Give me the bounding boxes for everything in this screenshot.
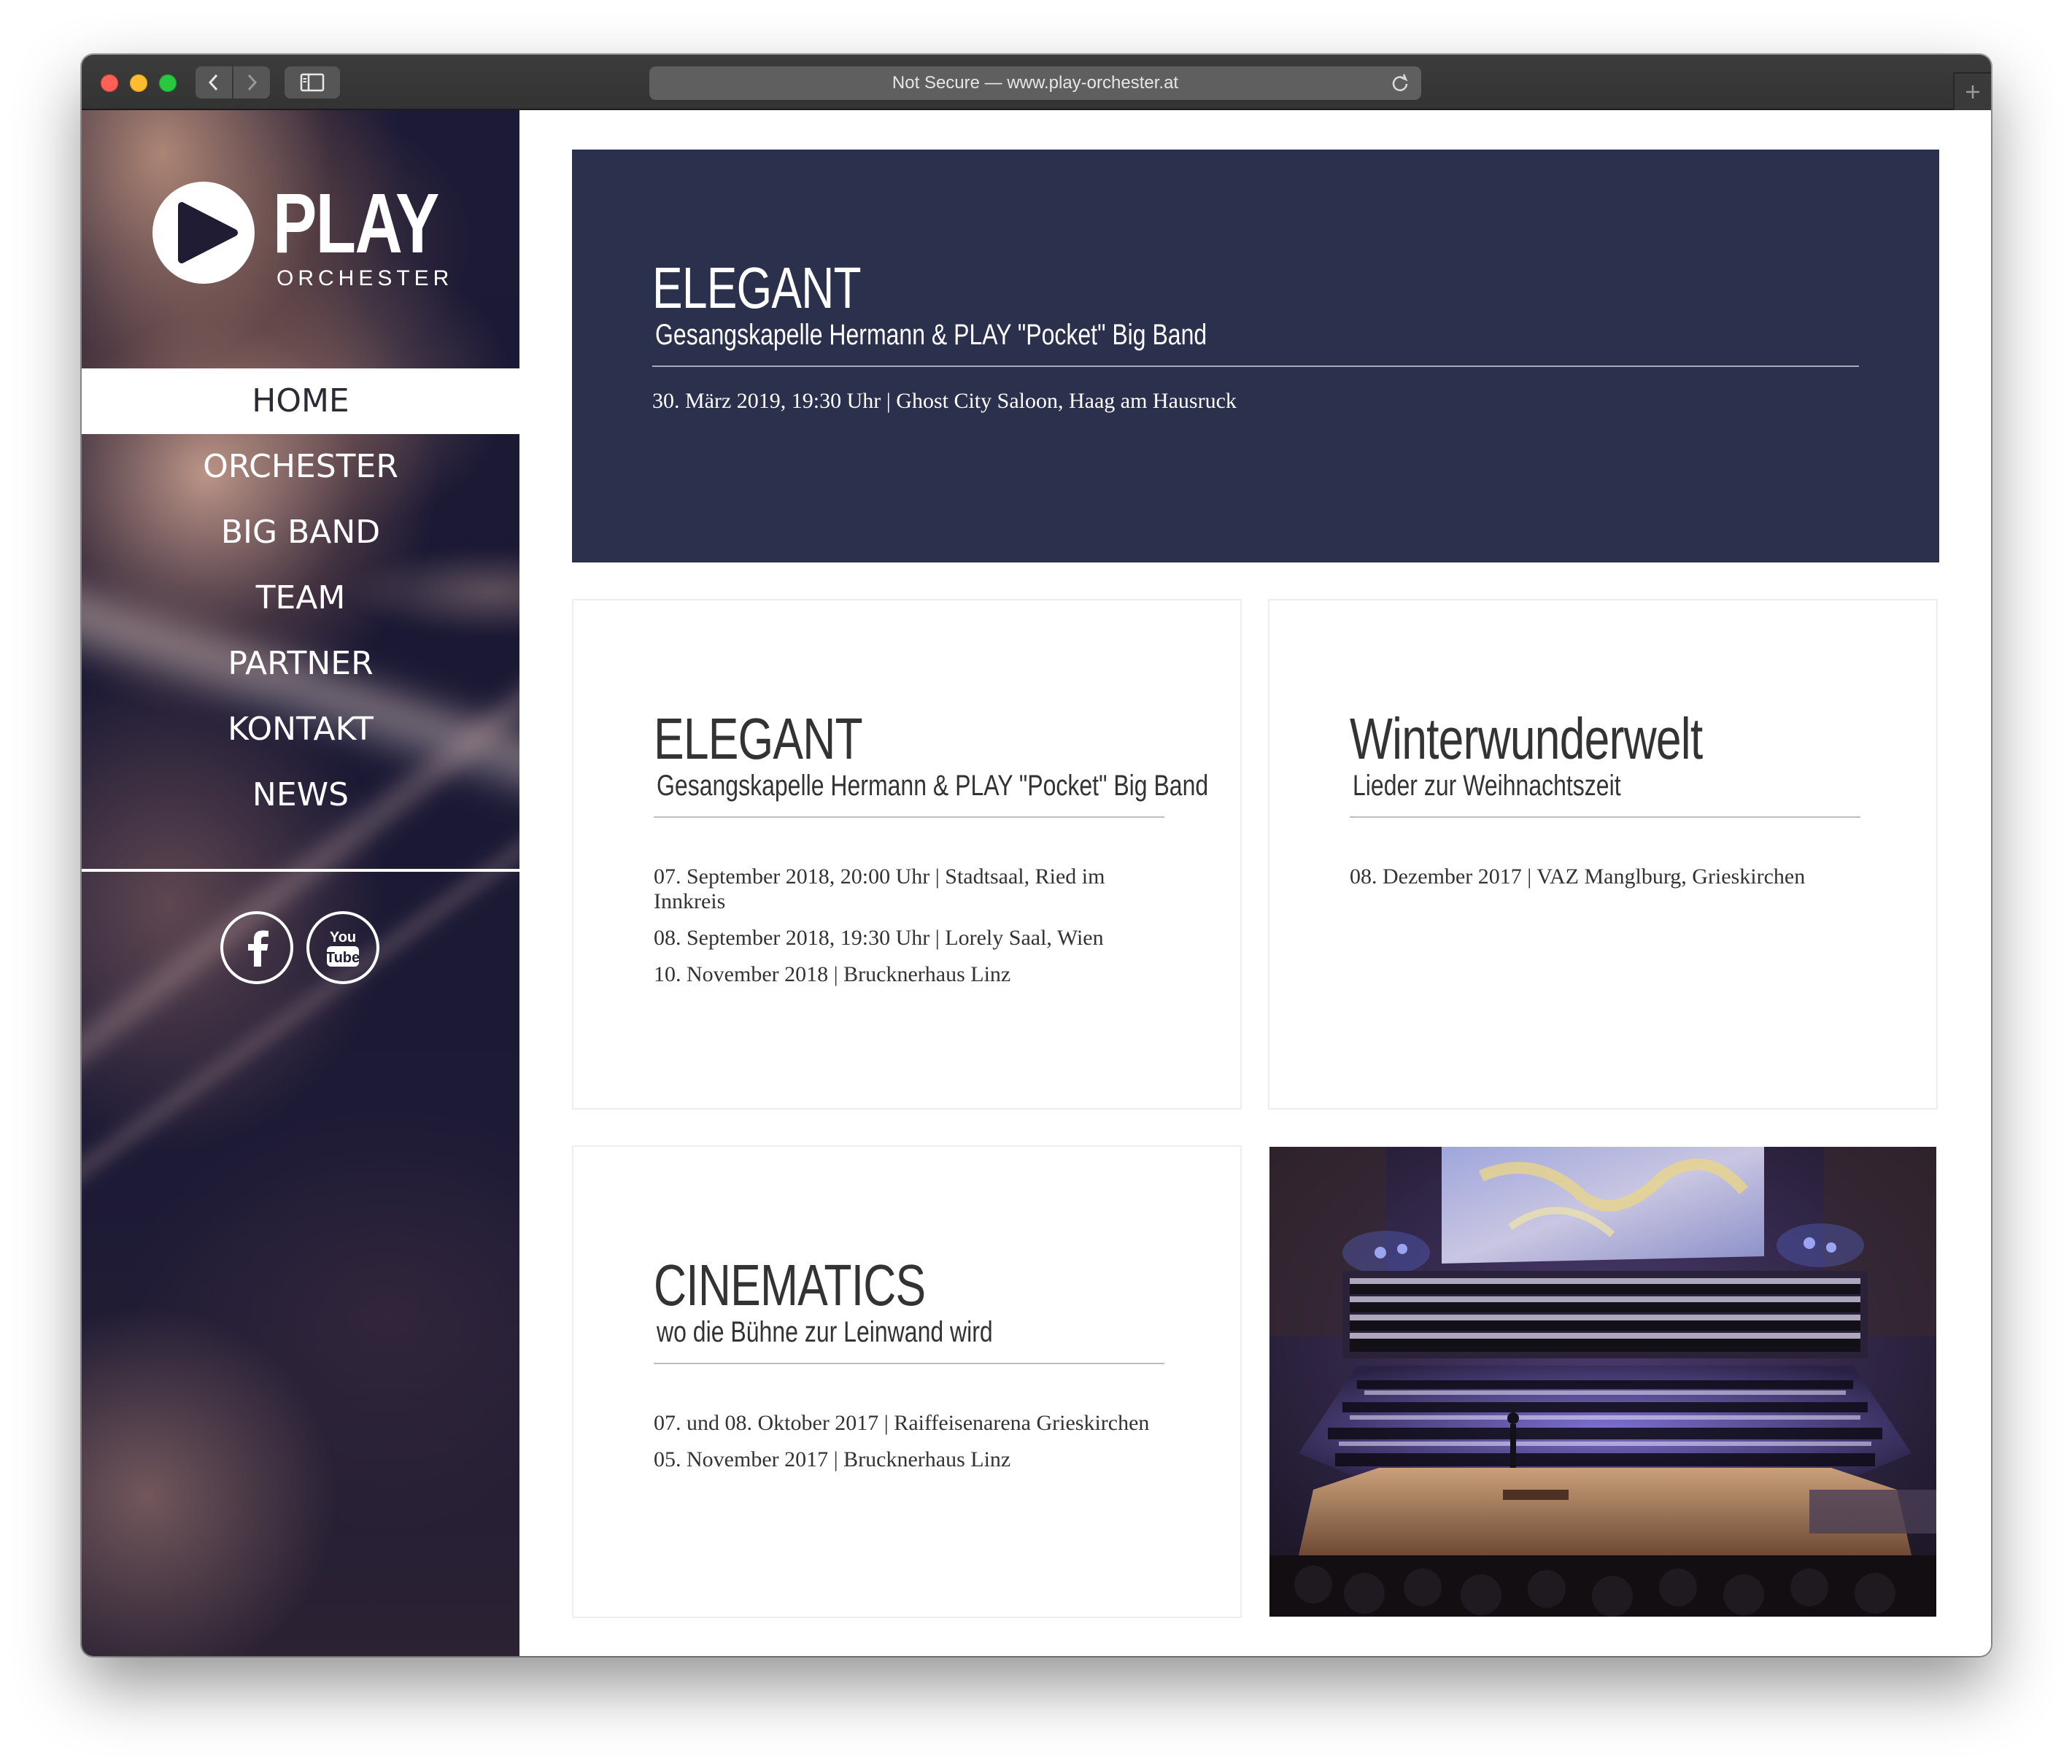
- facebook-icon: [248, 930, 268, 967]
- event-title: ELEGANT: [652, 255, 862, 320]
- event-title: Winterwunderwelt: [1350, 706, 1703, 771]
- event-subtitle: Gesangskapelle Hermann & PLAY "Pocket" B…: [655, 319, 1207, 351]
- title-divider: [654, 816, 1164, 818]
- event-date-line: 07. und 08. Oktober 2017 | Raiffeisenare…: [654, 1411, 1150, 1435]
- nav-item-partner[interactable]: PARTNER: [82, 631, 519, 697]
- event-card-cinematics[interactable]: CINEMATICS wo die Bühne zur Leinwand wir…: [572, 1145, 1242, 1618]
- maximize-window-button[interactable]: [159, 74, 177, 92]
- browser-window: Not Secure — www.play-orchester.at PLAY …: [82, 55, 1991, 1656]
- event-date-line: 08. Dezember 2017 | VAZ Manglburg, Gries…: [1350, 864, 1806, 889]
- address-bar[interactable]: Not Secure — www.play-orchester.at: [649, 66, 1421, 100]
- svg-text:You: You: [330, 929, 356, 945]
- title-divider: [1350, 816, 1860, 818]
- play-logo-icon: [152, 182, 255, 284]
- sidebar-toggle-button[interactable]: [285, 66, 340, 98]
- event-card-winterwunderwelt[interactable]: Winterwunderwelt Lieder zur Weihnachtsze…: [1268, 599, 1938, 1110]
- plus-icon: [1966, 85, 1979, 98]
- new-tab-button[interactable]: [1953, 72, 1991, 110]
- forward-button[interactable]: [233, 66, 270, 98]
- web-page: PLAY ORCHESTER HOME ORCHESTER BIG BAND T…: [82, 110, 1991, 1656]
- title-divider: [654, 1363, 1164, 1364]
- minimize-window-button[interactable]: [130, 74, 147, 92]
- site-logo[interactable]: PLAY ORCHESTER: [152, 176, 459, 298]
- event-dates: 08. Dezember 2017 | VAZ Manglburg, Gries…: [1350, 864, 1860, 901]
- sidebar-icon: [300, 73, 325, 92]
- facebook-button[interactable]: [220, 911, 293, 984]
- chevron-right-icon: [247, 74, 258, 91]
- event-subtitle: wo die Bühne zur Leinwand wird: [657, 1316, 993, 1348]
- event-title: CINEMATICS: [654, 1253, 926, 1318]
- event-subtitle: Lieder zur Weihnachtszeit: [1353, 770, 1621, 802]
- event-dates: 07. und 08. Oktober 2017 | Raiffeisenare…: [654, 1411, 1164, 1484]
- event-dates: 07. September 2018, 20:00 Uhr | Stadtsaa…: [654, 864, 1164, 999]
- event-date-line: 08. September 2018, 19:30 Uhr | Lorely S…: [654, 926, 1104, 950]
- svg-text:Tube: Tube: [326, 950, 360, 966]
- logo-wordmark: PLAY: [273, 176, 439, 271]
- browser-toolbar: Not Secure — www.play-orchester.at: [82, 55, 1991, 110]
- concert-photo[interactable]: [1269, 1147, 1936, 1617]
- event-subtitle: Gesangskapelle Hermann & PLAY "Pocket" B…: [657, 770, 1209, 802]
- event-date-line: 07. September 2018, 20:00 Uhr | Stadtsaa…: [654, 864, 1105, 913]
- back-button[interactable]: [196, 66, 232, 98]
- orchestra-stage-image: [1269, 1147, 1936, 1617]
- reload-icon[interactable]: [1391, 74, 1410, 93]
- nav-item-big-band[interactable]: BIG BAND: [82, 500, 519, 565]
- nav-item-team[interactable]: TEAM: [82, 565, 519, 631]
- event-title: ELEGANT: [654, 706, 863, 771]
- main-navigation: HOME ORCHESTER BIG BAND TEAM PARTNER KON…: [82, 368, 519, 828]
- event-card-elegant[interactable]: ELEGANT Gesangskapelle Hermann & PLAY "P…: [572, 599, 1242, 1110]
- featured-event[interactable]: ELEGANT Gesangskapelle Hermann & PLAY "P…: [572, 150, 1939, 562]
- event-date-line: 05. November 2017 | Brucknerhaus Linz: [654, 1447, 1011, 1471]
- event-dates: 30. März 2019, 19:30 Uhr | Ghost City Sa…: [652, 389, 1674, 425]
- title-divider: [652, 365, 1859, 367]
- nav-item-news[interactable]: NEWS: [82, 762, 519, 828]
- nav-item-home[interactable]: HOME: [82, 368, 519, 434]
- nav-item-kontakt[interactable]: KONTAKT: [82, 697, 519, 762]
- logo-subtitle: ORCHESTER: [277, 266, 454, 290]
- social-links: You Tube: [220, 911, 379, 984]
- nav-item-orchester[interactable]: ORCHESTER: [82, 434, 519, 500]
- address-text: Not Secure — www.play-orchester.at: [892, 73, 1179, 93]
- event-date-line: 30. März 2019, 19:30 Uhr | Ghost City Sa…: [652, 389, 1237, 413]
- close-window-button[interactable]: [101, 74, 118, 92]
- site-sidebar: PLAY ORCHESTER HOME ORCHESTER BIG BAND T…: [82, 110, 519, 1656]
- youtube-button[interactable]: You Tube: [306, 911, 379, 984]
- event-date-line: 10. November 2018 | Brucknerhaus Linz: [654, 962, 1011, 986]
- sidebar-divider: [82, 869, 519, 872]
- youtube-icon: You Tube: [326, 929, 360, 967]
- chevron-left-icon: [208, 74, 218, 91]
